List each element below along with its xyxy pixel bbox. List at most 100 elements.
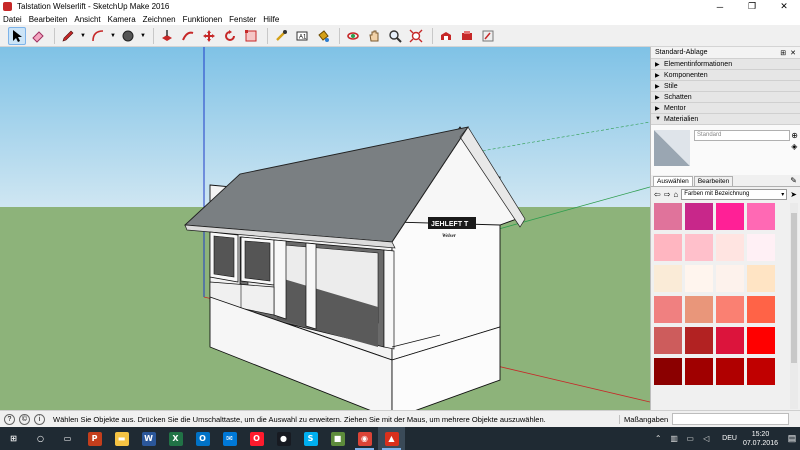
- arc-tool-button[interactable]: [89, 27, 107, 45]
- taskbar-minecraft[interactable]: ■: [324, 427, 351, 450]
- taskbar-powerpoint[interactable]: P: [81, 427, 108, 450]
- zoom-extents-tool-button[interactable]: [407, 27, 425, 45]
- select-tool-button[interactable]: [8, 26, 26, 45]
- menu-hilfe[interactable]: Hilfe: [263, 15, 279, 24]
- pencil-dropdown-icon[interactable]: ▼: [80, 27, 86, 45]
- action-center-icon[interactable]: ▤: [784, 427, 800, 450]
- menu-zeichnen[interactable]: Zeichnen: [143, 15, 176, 24]
- panel-materials[interactable]: ▼ Materialien: [651, 114, 800, 125]
- material-name-field[interactable]: Standard: [694, 130, 790, 141]
- scrollbar-thumb[interactable]: [791, 213, 797, 363]
- menu-fenster[interactable]: Fenster: [229, 15, 256, 24]
- geo-location-icon[interactable]: ?: [4, 413, 15, 425]
- measurements-input[interactable]: [672, 413, 790, 425]
- panel-components[interactable]: ▶ Komponenten: [651, 70, 800, 81]
- scene-canvas[interactable]: JEHLEFT T Welser: [0, 47, 650, 410]
- taskbar-task-view[interactable]: ▭: [54, 427, 81, 450]
- create-material-icon[interactable]: ⊕: [791, 131, 798, 140]
- panel-styles[interactable]: ▶ Stile: [651, 81, 800, 92]
- material-swatch[interactable]: [716, 265, 744, 292]
- material-swatch[interactable]: [716, 234, 744, 261]
- tab-select[interactable]: Auswählen: [653, 176, 693, 186]
- back-arrow-icon[interactable]: ⇦: [654, 190, 661, 199]
- material-swatch[interactable]: [685, 203, 713, 230]
- material-swatch[interactable]: [685, 296, 713, 323]
- pencil-tool-button[interactable]: [59, 27, 77, 45]
- language-indicator[interactable]: DEU: [722, 435, 737, 442]
- taskbar-chrome[interactable]: ◉: [351, 427, 378, 450]
- tape-measure-tool-button[interactable]: [272, 27, 290, 45]
- minimize-button[interactable]: ─: [704, 0, 736, 13]
- material-swatch[interactable]: [747, 358, 775, 385]
- paint-bucket-tool-button[interactable]: [314, 27, 332, 45]
- material-swatch[interactable]: [685, 234, 713, 261]
- model-viewport[interactable]: JEHLEFT T Welser: [0, 47, 650, 410]
- material-swatch[interactable]: [654, 358, 682, 385]
- layout-tool-button[interactable]: [479, 27, 497, 45]
- taskbar-explorer[interactable]: ▬: [108, 427, 135, 450]
- forward-arrow-icon[interactable]: ⇨: [664, 190, 671, 199]
- volume-icon[interactable]: ◁: [700, 433, 712, 445]
- info-icon[interactable]: i: [34, 413, 45, 425]
- panel-entity-info[interactable]: ▶ Elementinformationen: [651, 59, 800, 70]
- home-icon[interactable]: ⌂: [673, 190, 678, 199]
- eyedropper-icon[interactable]: ✎: [790, 176, 797, 185]
- material-swatch[interactable]: [747, 203, 775, 230]
- material-swatch[interactable]: [654, 327, 682, 354]
- taskbar-skype[interactable]: S: [297, 427, 324, 450]
- scale-tool-button[interactable]: [242, 27, 260, 45]
- details-arrow-icon[interactable]: ➤: [790, 190, 797, 199]
- credits-icon[interactable]: ©: [19, 413, 30, 425]
- material-swatch[interactable]: [654, 234, 682, 261]
- network-icon[interactable]: ▥: [668, 433, 680, 445]
- text-tool-button[interactable]: A1: [293, 27, 311, 45]
- material-swatch[interactable]: [747, 234, 775, 261]
- extension-warehouse-tool-button[interactable]: [458, 27, 476, 45]
- arc-dropdown-icon[interactable]: ▼: [110, 27, 116, 45]
- material-swatch[interactable]: [747, 296, 775, 323]
- tray-pin-icon[interactable]: ⊞: [780, 49, 786, 57]
- orbit-tool-button[interactable]: [344, 27, 362, 45]
- taskbar-sketchup[interactable]: ▲: [378, 427, 405, 450]
- clock[interactable]: 15:20 07.07.2016: [743, 430, 778, 448]
- maximize-button[interactable]: ❐: [736, 0, 768, 13]
- close-button[interactable]: ✕: [768, 0, 800, 13]
- battery-icon[interactable]: ▭: [684, 433, 696, 445]
- taskbar-start[interactable]: ⊞: [0, 427, 27, 450]
- collection-dropdown[interactable]: Farben mit Bezeichnung ▾: [681, 188, 788, 200]
- menu-kamera[interactable]: Kamera: [108, 15, 136, 24]
- material-swatch[interactable]: [654, 265, 682, 292]
- material-swatch[interactable]: [685, 358, 713, 385]
- taskbar-word[interactable]: W: [135, 427, 162, 450]
- panel-mentor[interactable]: ▶ Mentor: [651, 103, 800, 114]
- move-tool-button[interactable]: [200, 27, 218, 45]
- follow-me-tool-button[interactable]: [179, 27, 197, 45]
- menu-ansicht[interactable]: Ansicht: [74, 15, 100, 24]
- shapes-dropdown-icon[interactable]: ▼: [140, 27, 146, 45]
- material-swatch[interactable]: [716, 358, 744, 385]
- default-material-swatch[interactable]: [654, 130, 690, 166]
- taskbar-mail[interactable]: ✉: [216, 427, 243, 450]
- sample-paint-icon[interactable]: ◈: [791, 142, 798, 151]
- material-swatch[interactable]: [654, 203, 682, 230]
- taskbar-search[interactable]: ○: [27, 427, 54, 450]
- chevron-up-icon[interactable]: ⌃: [652, 433, 664, 445]
- material-swatch[interactable]: [747, 265, 775, 292]
- zoom-tool-button[interactable]: [386, 27, 404, 45]
- taskbar-excel[interactable]: X: [162, 427, 189, 450]
- material-swatch[interactable]: [716, 296, 744, 323]
- warehouse-tool-button[interactable]: [437, 27, 455, 45]
- menu-bearbeiten[interactable]: Bearbeiten: [29, 15, 68, 24]
- panel-shadows[interactable]: ▶ Schatten: [651, 92, 800, 103]
- menu-funktionen[interactable]: Funktionen: [183, 15, 223, 24]
- pan-tool-button[interactable]: [365, 27, 383, 45]
- material-swatch[interactable]: [716, 327, 744, 354]
- material-swatch[interactable]: [685, 265, 713, 292]
- tray-close-icon[interactable]: ✕: [790, 49, 796, 57]
- push-pull-tool-button[interactable]: [158, 27, 176, 45]
- taskbar-opera[interactable]: O: [243, 427, 270, 450]
- eraser-tool-button[interactable]: [29, 27, 47, 45]
- taskbar-steam[interactable]: ●: [270, 427, 297, 450]
- material-swatch[interactable]: [716, 203, 744, 230]
- rotate-tool-button[interactable]: [221, 27, 239, 45]
